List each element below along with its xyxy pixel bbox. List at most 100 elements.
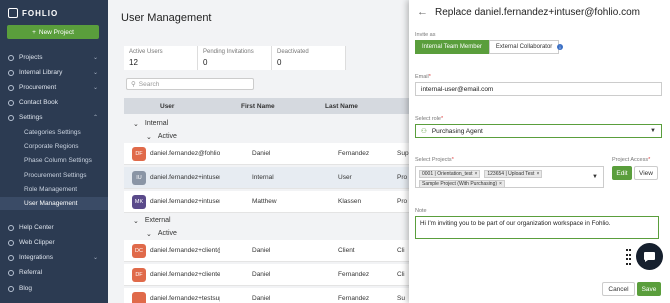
email-label: Email* (415, 74, 431, 80)
avatar: IU (132, 171, 146, 185)
sidebar-item-label: Settings (19, 114, 43, 121)
avatar: MK (132, 195, 146, 209)
group-internal[interactable]: ⌄ Internal (124, 118, 424, 129)
stat-deactivated[interactable]: Deactivated 0 (272, 46, 346, 70)
sidebar-sub-procurement-settings[interactable]: Procurement Settings (0, 169, 108, 182)
user-email: daniel.fernandez+client@ (150, 247, 220, 254)
chevron-down-icon: ⌄ (92, 55, 98, 61)
cancel-button[interactable]: Cancel (602, 282, 635, 296)
stat-active-users[interactable]: Active Users 12 (124, 46, 198, 70)
logo[interactable]: FOHLIO (8, 8, 58, 18)
sidebar-sub-categories-settings[interactable]: Categories Settings (0, 126, 108, 139)
role-select[interactable]: ⚇ Purchasing Agent ▼ (415, 124, 662, 138)
sidebar-item-web-clipper[interactable]: Web Clipper (0, 236, 108, 249)
close-icon[interactable]: × (475, 171, 478, 177)
referral-icon (8, 269, 14, 276)
sidebar-sub-role-management[interactable]: Role Management (0, 183, 108, 196)
save-button[interactable]: Save (637, 282, 661, 296)
info-icon[interactable]: i (557, 44, 563, 50)
email-field[interactable]: internal-user@email.com (415, 82, 662, 96)
group-external-active[interactable]: ⌄ Active (124, 228, 424, 239)
integrations-icon (8, 254, 14, 261)
chat-bubble-glyph (644, 251, 655, 262)
sidebar-sub-user-management[interactable]: User Management (0, 197, 108, 210)
table-row[interactable]: DF daniel.fernandez+clientes Daniel Fern… (124, 264, 424, 286)
sidebar-item-label: Blog (19, 285, 33, 292)
access-edit-button[interactable]: Edit (612, 166, 632, 180)
last-name: Fernandez (338, 271, 370, 278)
sidebar-item-projects[interactable]: Projects ⌄ (0, 51, 108, 64)
gear-icon (8, 114, 14, 121)
sidebar-item-procurement[interactable]: Procurement ⌄ (0, 81, 108, 94)
stat-pending-invitations[interactable]: Pending Invitations 0 (198, 46, 272, 70)
sidebar-item-referral[interactable]: Referral (0, 266, 108, 279)
brand-name: FOHLIO (22, 8, 59, 18)
group-external[interactable]: ⌄ External (124, 215, 424, 226)
new-project-button[interactable]: + New Project (7, 25, 99, 39)
sidebar-item-help-center[interactable]: Help Center (0, 221, 108, 234)
search-input[interactable]: ⚲ Search (126, 78, 254, 90)
close-icon[interactable]: × (536, 171, 539, 177)
first-name: Daniel (252, 150, 271, 157)
chevron-down-icon: ⌄ (133, 120, 139, 128)
note-textarea[interactable]: Hi I'm inviting you to be part of our or… (415, 216, 659, 239)
role-label: Select role* (415, 116, 443, 122)
column-header-user[interactable]: User (160, 103, 174, 110)
table-row[interactable]: MK daniel.fernandez+intuser2 Matthew Kla… (124, 191, 424, 213)
table-row[interactable]: DC daniel.fernandez+client@ Daniel Clien… (124, 240, 424, 262)
group-label: Active (157, 230, 177, 237)
role-label-text: Select role (415, 116, 441, 122)
column-header-last-name[interactable]: Last Name (325, 103, 358, 110)
sidebar-sub-corporate-regions[interactable]: Corporate Regions (0, 140, 108, 153)
sidebar-item-label: Referral (19, 269, 43, 276)
invite-option-external[interactable]: External Collaborator (488, 40, 560, 54)
sidebar-item-integrations[interactable]: Integrations ⌄ (0, 251, 108, 264)
column-header-first-name[interactable]: First Name (241, 103, 275, 110)
sidebar-item-label: Help Center (19, 224, 54, 231)
sidebar-item-contact-book[interactable]: Contact Book (0, 96, 108, 109)
group-label: Active (157, 133, 177, 140)
project-chip: 0001 | Orientation_test × (419, 170, 481, 178)
first-name: Daniel (252, 247, 271, 254)
sidebar-item-label: Projects (19, 54, 43, 61)
invite-option-internal[interactable]: Internal Team Member (415, 40, 489, 54)
chevron-down-icon: ⌄ (146, 230, 152, 238)
sidebar-item-blog[interactable]: Blog (0, 282, 108, 295)
stat-value: 0 (203, 58, 208, 67)
plus-icon: + (32, 28, 36, 36)
chevron-up-icon: ⌃ (92, 115, 98, 121)
access-view-button[interactable]: View (634, 166, 658, 180)
avatar: DF (132, 268, 146, 282)
group-label: External (144, 217, 171, 224)
logo-icon (8, 8, 18, 18)
avatar (132, 292, 146, 303)
user-email: daniel.fernandez+intuser@ (150, 174, 220, 181)
table-row[interactable]: daniel.fernandez+testsup Daniel Fernande… (124, 288, 424, 303)
chat-icon[interactable] (636, 243, 663, 270)
search-placeholder: Search (138, 80, 160, 88)
table-row[interactable]: DF daniel.fernandez@fohlio.c Daniel Fern… (124, 143, 424, 165)
last-name: User (338, 174, 352, 181)
close-icon[interactable]: × (499, 181, 502, 187)
chevron-down-icon: ⌄ (92, 85, 98, 91)
group-internal-active[interactable]: ⌄ Active (124, 131, 424, 142)
drag-handle-icon[interactable] (626, 249, 631, 266)
table-row[interactable]: IU daniel.fernandez+intuser@ Internal Us… (124, 167, 424, 189)
sidebar-item-internal-library[interactable]: Internal Library ⌄ (0, 66, 108, 79)
stat-value: 0 (277, 58, 282, 67)
procurement-icon (8, 84, 14, 91)
projects-multiselect[interactable]: 0001 | Orientation_test × 123654 | Uploa… (415, 166, 604, 188)
back-arrow-icon[interactable]: ← (417, 6, 428, 18)
first-name: Matthew (252, 198, 277, 205)
projects-label: Select Projects* (415, 157, 454, 163)
stat-label: Pending Invitations (203, 49, 254, 55)
sidebar-sub-phase-column-settings[interactable]: Phase Column Settings (0, 154, 108, 167)
user-email: daniel.fernandez+testsup (150, 295, 220, 302)
required-marker: * (441, 116, 444, 122)
table-header: User First Name Last Name (124, 98, 424, 114)
sidebar-item-settings[interactable]: Settings ⌃ (0, 111, 108, 124)
panel-title: Replace daniel.fernandez+intuser@fohlio.… (435, 6, 640, 18)
project-chip-label: 0001 | Orientation_test (422, 171, 473, 177)
invite-as-toggle: Internal Team Member External Collaborat… (415, 40, 560, 54)
last-name: Client (338, 247, 355, 254)
